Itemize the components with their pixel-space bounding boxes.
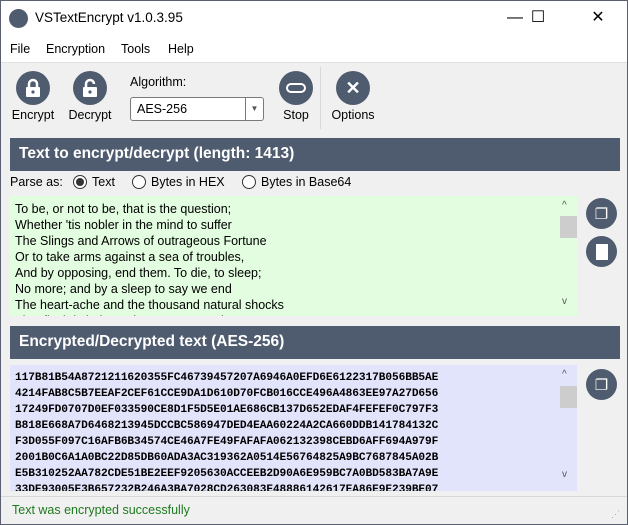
copy-icon: ❐: [594, 376, 609, 394]
radio-hex-label: Bytes in HEX: [151, 175, 225, 189]
decrypt-label: Decrypt: [68, 108, 112, 122]
status-text: Text was encrypted successfully: [12, 503, 190, 517]
plaintext-area[interactable]: To be, or not to be, that is the questio…: [10, 196, 577, 316]
stop-label: Stop: [283, 108, 309, 122]
new-document-button[interactable]: [586, 236, 617, 267]
copy-icon: ❐: [594, 205, 609, 223]
options-label: Options: [331, 108, 375, 122]
lock-icon: [16, 71, 50, 105]
input-section-header: Text to encrypt/decrypt (length: 1413): [10, 138, 620, 171]
radio-text-label: Text: [92, 175, 115, 189]
encrypt-button[interactable]: Encrypt: [9, 71, 57, 122]
radio-text[interactable]: Text: [73, 175, 115, 189]
radio-hex[interactable]: Bytes in HEX: [132, 175, 225, 189]
algorithm-label: Algorithm:: [130, 75, 187, 89]
menu-bar: File Encryption Tools Help: [1, 35, 627, 63]
close-button[interactable]: ✕: [575, 1, 621, 35]
algorithm-value: AES-256: [137, 102, 188, 116]
copy-input-button[interactable]: ❐: [586, 198, 617, 229]
menu-file[interactable]: File: [10, 42, 30, 56]
status-divider: [1, 496, 627, 497]
options-button[interactable]: ✕ Options: [328, 71, 378, 122]
parse-label: Parse as:: [10, 175, 63, 189]
tools-icon: ✕: [336, 71, 370, 105]
menu-help[interactable]: Help: [168, 42, 194, 56]
app-lock-icon: [9, 9, 28, 28]
copy-output-button[interactable]: ❐: [586, 369, 617, 400]
radio-base64-label: Bytes in Base64: [261, 175, 352, 189]
menu-tools[interactable]: Tools: [121, 42, 150, 56]
ciphertext-scrollbar[interactable]: ^ v: [557, 365, 577, 491]
plaintext-scrollbar[interactable]: ^ v: [557, 196, 577, 316]
maximize-button[interactable]: ☐: [515, 1, 561, 35]
output-section-header: Encrypted/Decrypted text (AES-256): [10, 326, 620, 359]
chevron-down-icon[interactable]: ▼: [245, 98, 263, 120]
algorithm-select[interactable]: AES-256 ▼: [130, 97, 264, 121]
ciphertext-area[interactable]: 117B81B54A8721211620355FC46739457207A694…: [10, 365, 577, 491]
menu-encryption[interactable]: Encryption: [46, 42, 105, 56]
stop-button[interactable]: Stop: [277, 71, 315, 122]
encrypt-label: Encrypt: [11, 108, 55, 122]
toolbar-divider: [320, 67, 321, 129]
radio-base64[interactable]: Bytes in Base64: [242, 175, 351, 189]
title-bar: VSTextEncrypt v1.0.3.95 — ☐ ✕: [1, 1, 627, 35]
parse-as-label: Parse as:: [10, 175, 63, 189]
stop-icon: [279, 71, 313, 105]
unlock-icon: [73, 71, 107, 105]
window-title: VSTextEncrypt v1.0.3.95: [35, 10, 183, 25]
resize-grip-icon[interactable]: ⋰: [611, 509, 620, 520]
document-icon: [595, 243, 608, 260]
decrypt-button[interactable]: Decrypt: [65, 71, 115, 122]
